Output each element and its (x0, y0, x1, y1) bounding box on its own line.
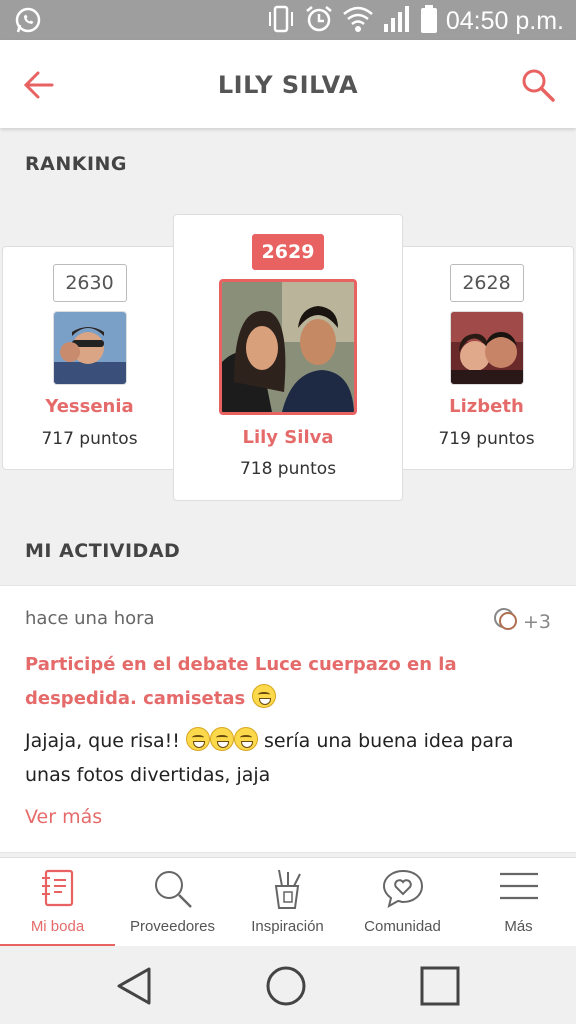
battery-icon (420, 4, 438, 38)
tab-comunidad[interactable]: Comunidad (345, 858, 460, 947)
rank-number: 2628 (449, 264, 524, 302)
comment-count[interactable]: +3 (493, 606, 551, 637)
user-points: 717 puntos (41, 429, 138, 449)
ranking-card-left[interactable]: 2630 Yessenia 717 puntos (2, 246, 177, 470)
activity-body-start: Jajaja, que risa!! (25, 730, 180, 752)
app-header: LILY SILVA (0, 40, 576, 128)
user-name[interactable]: Lily Silva (174, 427, 402, 448)
avatar (219, 279, 357, 415)
signal-icon (382, 4, 412, 38)
avatar (449, 311, 524, 385)
rank-number: 2630 (52, 264, 127, 302)
recent-apps-square-icon[interactable] (419, 965, 461, 1011)
chat-heart-icon (382, 868, 424, 912)
comment-count-label: +3 (522, 610, 551, 633)
whatsapp-icon (14, 6, 42, 38)
tab-inspiracion[interactable]: Inspiración (230, 858, 345, 947)
tab-label: Proveedores (129, 918, 216, 935)
avatar (52, 311, 127, 385)
tab-mas[interactable]: Más (461, 858, 576, 947)
smile-emoji-icon (209, 727, 234, 751)
activity-timestamp: hace una hora (25, 608, 155, 629)
system-navigation-bar (0, 946, 576, 1024)
activity-body: Jajaja, que risa!! sería una buena idea … (25, 724, 555, 792)
comments-icon (493, 606, 519, 637)
ranking-card-right[interactable]: 2628 Lizbeth 719 puntos (399, 246, 574, 470)
see-more-link[interactable]: Ver más (25, 806, 102, 828)
activity-card[interactable]: hace una hora +3 Participé en el debate … (0, 585, 576, 853)
ranking-section-title: RANKING (25, 153, 128, 175)
ranking-card-current[interactable]: 2629 Lily Silva 718 puntos (173, 214, 403, 501)
vibrate-icon (266, 4, 296, 38)
tab-mi-boda[interactable]: Mi boda (0, 858, 115, 947)
pencil-cup-icon (270, 868, 306, 914)
alarm-icon (304, 4, 334, 38)
menu-icon (498, 868, 540, 908)
home-circle-icon[interactable] (265, 965, 307, 1011)
search-icon[interactable] (520, 67, 556, 107)
bottom-tab-bar: Mi boda Proveedores Inspiración Comunida… (0, 857, 576, 947)
wifi-icon (342, 4, 374, 38)
laughing-emoji-icon (185, 727, 210, 751)
status-time: 04:50 p.m. (445, 6, 564, 35)
activity-title[interactable]: Participé en el debate Luce cuerpazo en … (25, 648, 560, 716)
activity-section-title: MI ACTIVIDAD (25, 540, 181, 562)
back-triangle-icon[interactable] (113, 965, 155, 1011)
user-points: 719 puntos (438, 429, 535, 449)
rank-number: 2629 (252, 234, 324, 270)
page-title: LILY SILVA (217, 71, 359, 99)
search-icon (152, 868, 194, 914)
tab-proveedores[interactable]: Proveedores (115, 858, 230, 947)
tab-label: Comunidad (364, 918, 441, 935)
tab-label: Inspiración (251, 918, 324, 935)
user-name[interactable]: Yessenia (3, 396, 176, 417)
tab-label: Más (504, 918, 533, 935)
grin-emoji-icon (251, 684, 276, 708)
status-bar: 04:50 p.m. (0, 0, 576, 40)
grin-emoji-icon (233, 727, 258, 751)
tab-label: Mi boda (30, 918, 85, 935)
activity-title-text: Participé en el debate Luce cuerpazo en … (25, 654, 457, 709)
user-points: 718 puntos (239, 459, 337, 479)
user-name[interactable]: Lizbeth (400, 396, 573, 417)
notebook-icon (40, 868, 76, 912)
